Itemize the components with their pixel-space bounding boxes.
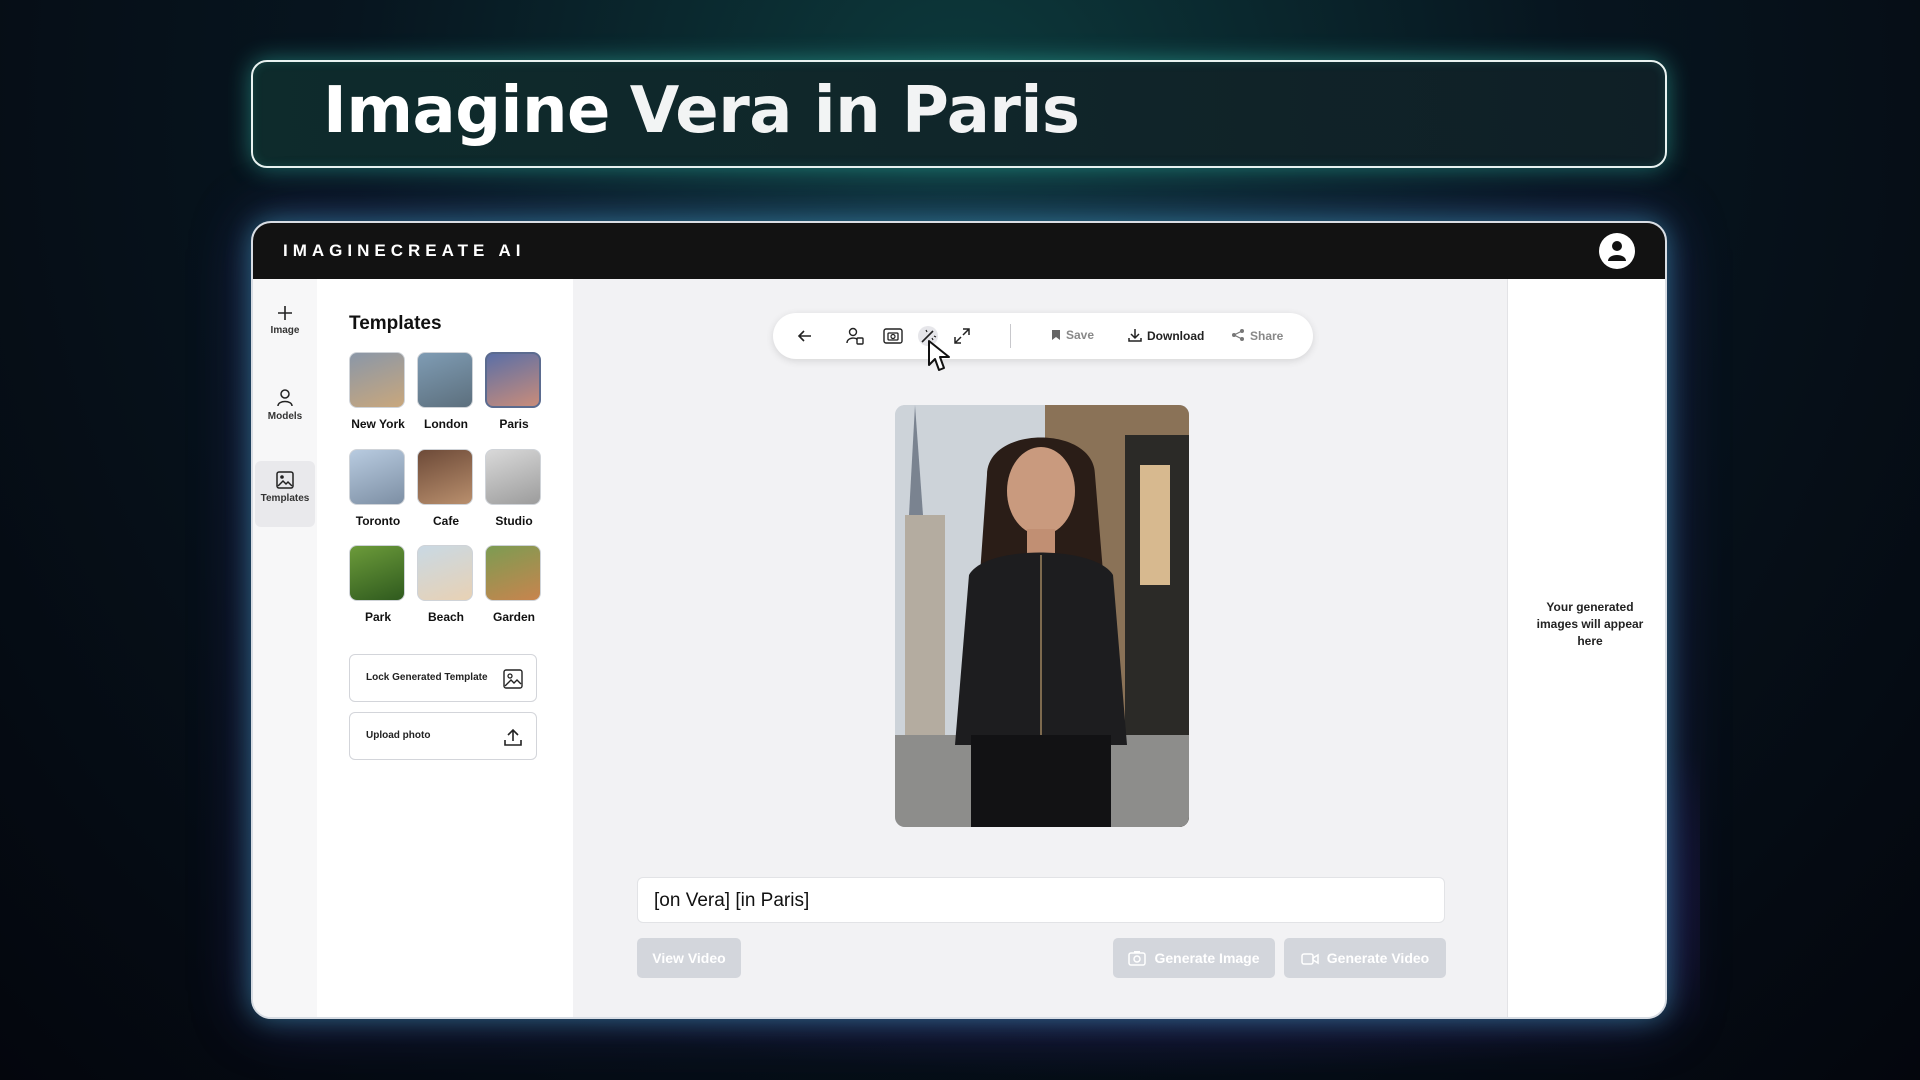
rail-label: Models [267, 411, 303, 422]
template-thumbnail [349, 449, 405, 505]
app-window: IMAGINECREATE AI Image Models Templates … [251, 221, 1667, 1019]
generated-image-preview [895, 405, 1189, 827]
headline-banner: Imagine Vera in Paris [251, 60, 1667, 168]
share-button[interactable]: Share [1231, 328, 1283, 343]
panel-title: Templates [349, 313, 442, 334]
mouse-cursor-icon [928, 340, 950, 371]
save-button[interactable]: Save [1051, 328, 1094, 342]
upload-icon [504, 728, 522, 746]
image-icon [503, 669, 523, 689]
template-label: Paris [499, 417, 529, 431]
template-label: Garden [492, 610, 535, 624]
download-icon [1128, 329, 1142, 342]
template-cafe[interactable]: Cafe [417, 449, 475, 528]
upload-photo-button[interactable]: Upload photo [349, 712, 537, 760]
rail-item-models[interactable]: Models [255, 379, 315, 445]
template-label: Toronto [355, 514, 401, 528]
template-toronto[interactable]: Toronto [349, 449, 407, 528]
left-rail: Image Models Templates [253, 279, 318, 1017]
template-thumbnail [485, 545, 541, 601]
headline-part2: Vera in Paris [629, 74, 1080, 148]
upload-photo-label: Upload photo [366, 730, 431, 741]
template-label: London [424, 417, 468, 431]
view-video-button[interactable]: View Video [637, 938, 741, 978]
avatar[interactable] [1599, 233, 1635, 269]
template-new-york[interactable]: New York [349, 352, 407, 431]
results-panel: Your generated images will appear here [1507, 279, 1665, 1017]
expand-icon[interactable] [952, 326, 972, 346]
woman-in-paris-photo [895, 405, 1189, 827]
bookmark-icon [1052, 330, 1060, 340]
template-thumbnail [417, 545, 473, 601]
share-icon [1232, 329, 1244, 341]
toolbar-divider [1010, 324, 1011, 348]
prompt-input[interactable]: [on Vera] [in Paris] [637, 877, 1445, 923]
camera-icon [1128, 951, 1147, 966]
template-thumbnail [485, 449, 541, 505]
brand-logo: IMAGINECREATE AI [283, 241, 526, 260]
template-thumbnail [417, 449, 473, 505]
template-label: Park [364, 610, 392, 624]
template-garden[interactable]: Garden [485, 545, 543, 624]
templates-panel: Templates New York London Paris Toronto Cafe… [317, 279, 574, 1017]
template-thumbnail [485, 352, 541, 408]
generate-video-label: Generate Video [1326, 950, 1430, 966]
video-camera-icon [1301, 953, 1319, 965]
prompt-value: [on Vera] [in Paris] [654, 890, 810, 911]
headline: Imagine Vera in Paris [323, 74, 1080, 148]
plus-icon [278, 306, 292, 320]
template-thumbnail [417, 352, 473, 408]
lock-template-button[interactable]: Lock Generated Template [349, 654, 537, 702]
camera-frame-icon[interactable] [883, 326, 903, 346]
share-label: Share [1250, 329, 1284, 343]
template-studio[interactable]: Studio [485, 449, 543, 528]
template-label: New York [351, 417, 405, 431]
template-beach[interactable]: Beach [417, 545, 475, 624]
download-button[interactable]: Download [1128, 328, 1204, 343]
image-toolbar: Save Download Share [773, 313, 1313, 359]
main-canvas: Save Download Share [on Vera] [in Paris]… [573, 279, 1507, 1017]
headline-part1: Imagine [323, 74, 610, 148]
image-icon [276, 471, 294, 489]
template-label: Beach [427, 610, 465, 624]
top-bar: IMAGINECREATE AI [253, 223, 1665, 279]
template-label: Studio [495, 514, 533, 528]
rail-label: Templates [260, 493, 310, 504]
save-label: Save [1066, 328, 1095, 342]
generate-image-button[interactable]: Generate Image [1113, 938, 1275, 978]
generate-video-button[interactable]: Generate Video [1284, 938, 1446, 978]
template-thumbnail [349, 545, 405, 601]
template-label: Cafe [432, 514, 459, 528]
template-paris[interactable]: Paris [485, 352, 543, 431]
empty-results-message: Your generated images will appear here [1536, 600, 1644, 648]
download-label: Download [1147, 329, 1205, 343]
view-video-label: View Video [652, 950, 726, 966]
rail-item-templates[interactable]: Templates [255, 461, 315, 527]
person-icon [277, 389, 293, 407]
lock-template-label: Lock Generated Template [366, 672, 488, 683]
user-icon [1608, 241, 1626, 261]
template-thumbnail [349, 352, 405, 408]
back-arrow-icon[interactable] [795, 326, 815, 346]
template-park[interactable]: Park [349, 545, 407, 624]
generate-image-label: Generate Image [1154, 950, 1260, 966]
person-swap-icon[interactable] [845, 326, 865, 346]
rail-item-image[interactable]: Image [255, 295, 315, 361]
template-london[interactable]: London [417, 352, 475, 431]
rail-label: Image [270, 325, 300, 336]
